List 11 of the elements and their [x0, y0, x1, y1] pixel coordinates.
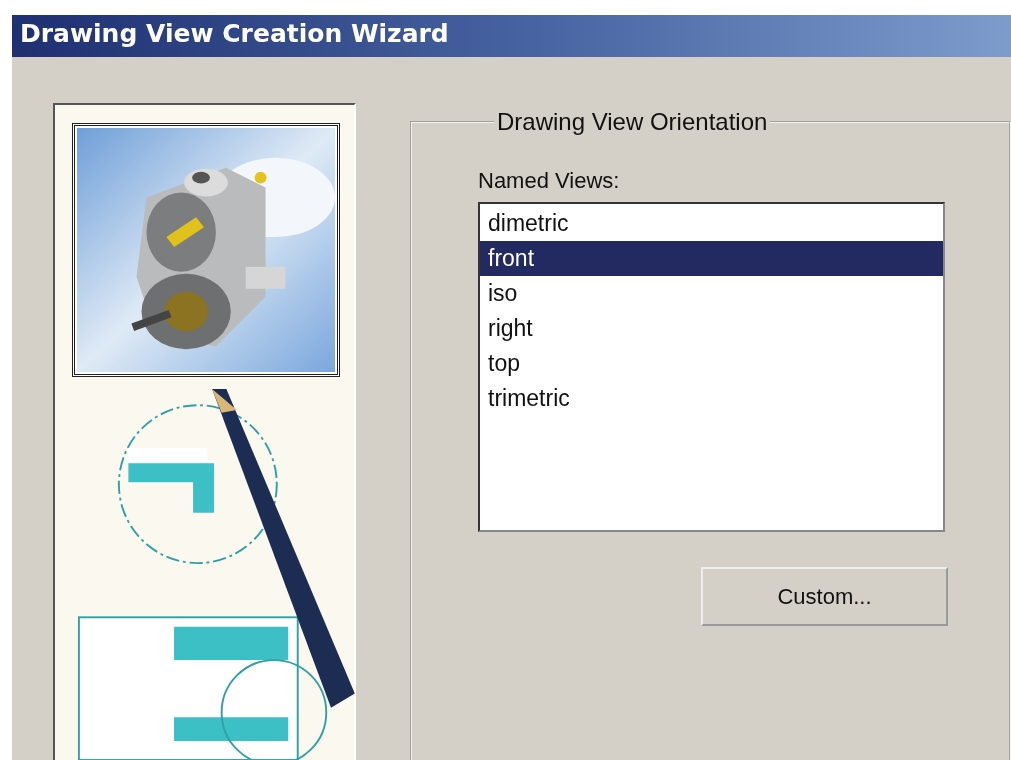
named-views-list[interactable]: dimetric front iso right top trimetric	[478, 202, 945, 532]
custom-button[interactable]: Custom...	[701, 567, 948, 626]
list-item[interactable]: top	[480, 346, 943, 381]
list-label: Named Views:	[478, 168, 620, 194]
list-item[interactable]: front	[480, 241, 943, 276]
list-item[interactable]: iso	[480, 276, 943, 311]
window-title: Drawing View Creation Wizard	[12, 15, 1011, 57]
group-title: Drawing View Orientation	[496, 108, 769, 136]
list-item[interactable]: right	[480, 311, 943, 346]
list-item[interactable]: dimetric	[480, 206, 943, 241]
list-item[interactable]: trimetric	[480, 381, 943, 416]
